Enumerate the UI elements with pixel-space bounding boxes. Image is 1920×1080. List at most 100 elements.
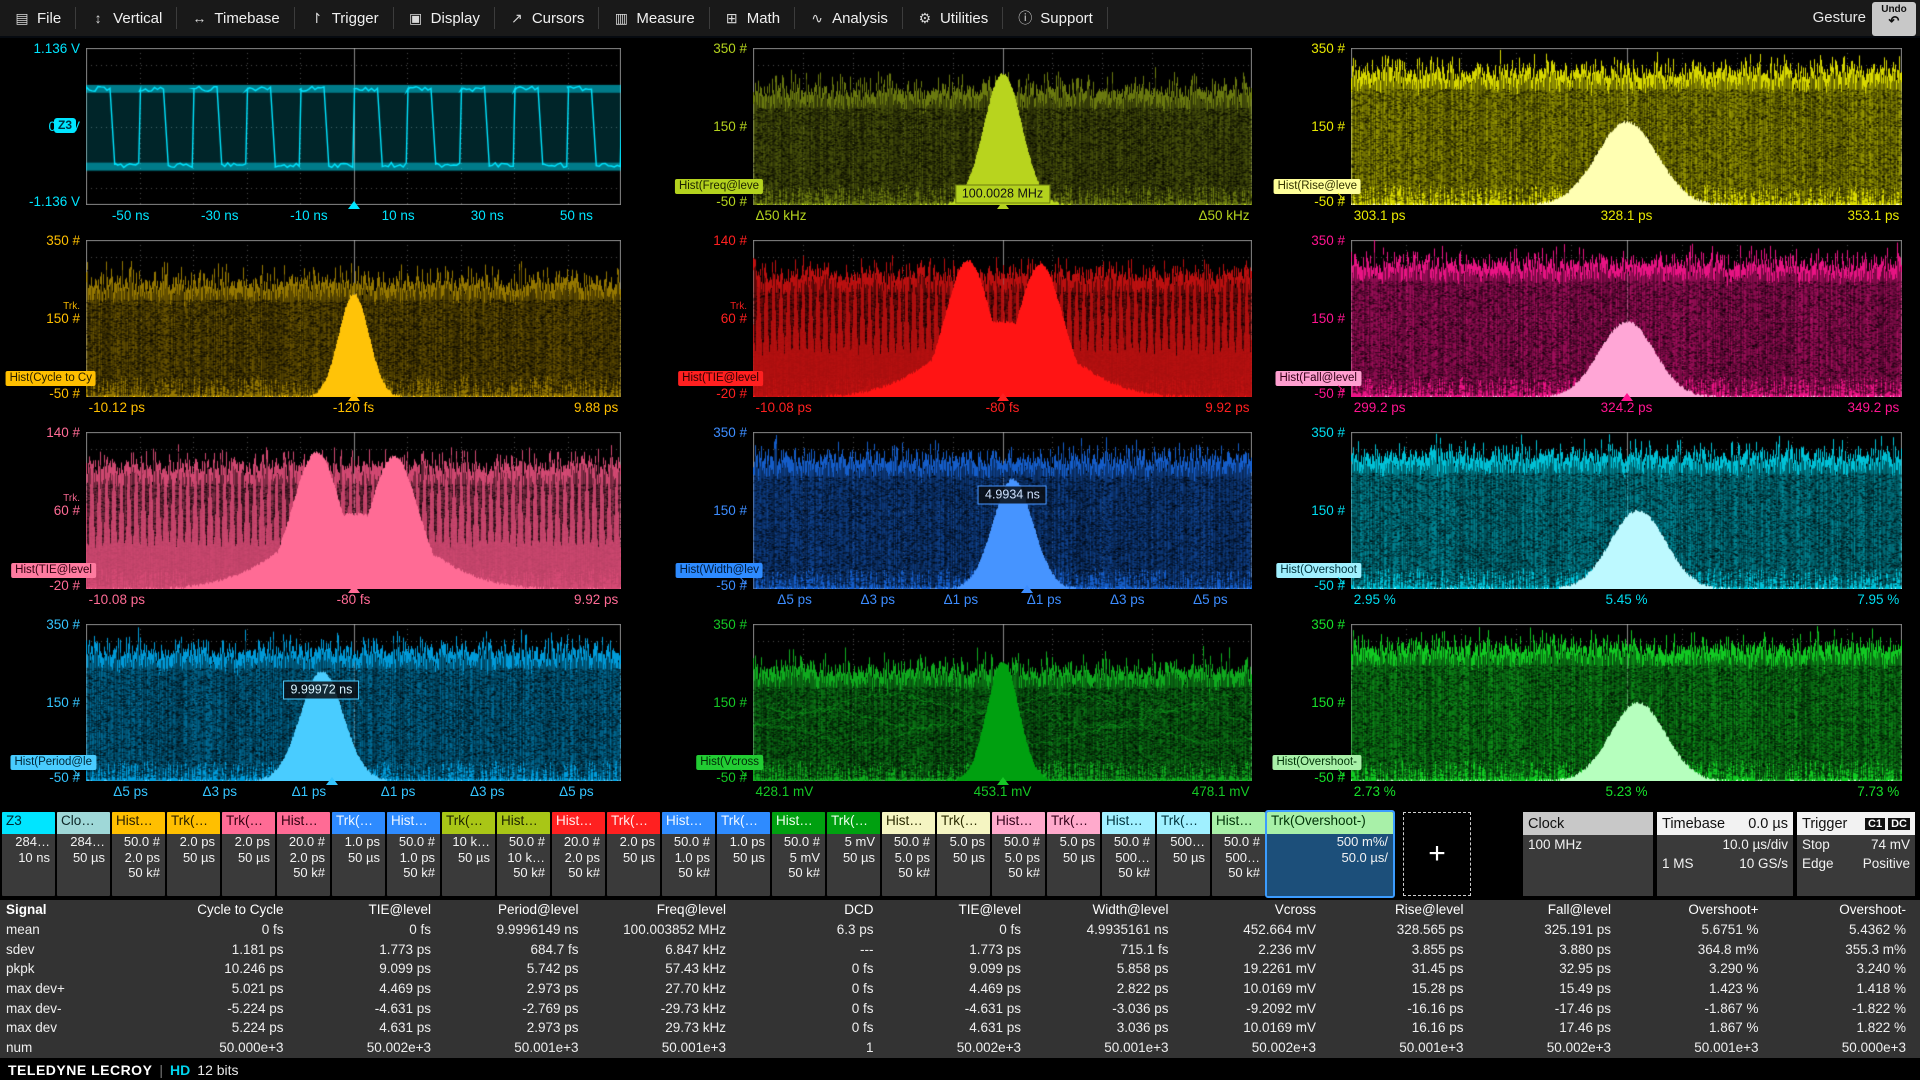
descriptor-box-hist-[interactable]: Hist…20.0 #2.0 ps50 k# — [277, 812, 330, 896]
position-marker[interactable] — [1621, 393, 1633, 401]
table-column-header[interactable]: Period@level — [445, 902, 593, 917]
table-column-header[interactable]: Width@level — [1035, 902, 1183, 917]
table-cell: 1.773 ps — [298, 942, 446, 957]
menu-item-vertical[interactable]: ↕Vertical — [76, 0, 176, 36]
table-column-header[interactable]: Rise@level — [1330, 902, 1478, 917]
x-axis-tick: Δ5 ps — [1193, 592, 1228, 607]
grid-hist-tie-at-level-red[interactable] — [753, 240, 1252, 397]
menu-item-cursors[interactable]: ↗Cursors — [495, 0, 599, 36]
descriptor-setting: 500… — [1102, 850, 1155, 866]
descriptor-box-trk-[interactable]: Trk(…1.0 ps50 µs — [332, 812, 385, 896]
descriptor-box-hist-[interactable]: Hist…50.0 #500…50 k# — [1212, 812, 1265, 896]
hist-parameter-badge[interactable]: Hist(Freq@leve — [675, 179, 763, 194]
grid-hist-vcross[interactable] — [753, 624, 1252, 781]
table-column-header[interactable]: Overshoot+ — [1625, 902, 1773, 917]
menu-item-display[interactable]: ▣Display — [394, 0, 494, 36]
grid-hist-freq-at-level[interactable] — [753, 48, 1252, 205]
menu-item-measure[interactable]: ▥Measure — [599, 0, 708, 36]
position-marker[interactable] — [997, 393, 1009, 401]
trigger-box[interactable]: Trigger C1 DC Stop 74 mV Edge Positive — [1797, 812, 1915, 896]
descriptor-box-hist-[interactable]: Hist…50.0 #2.0 ps50 k# — [112, 812, 165, 896]
menu-item-timebase[interactable]: ↔Timebase — [177, 0, 293, 36]
hist-parameter-badge[interactable]: Hist(Fall@level — [1276, 371, 1362, 386]
grid-hist-width-at-level[interactable] — [753, 432, 1252, 589]
descriptor-box-trk-[interactable]: Trk(…1.0 ps50 µs — [717, 812, 770, 896]
table-column-header[interactable]: Fall@level — [1478, 902, 1626, 917]
hist-parameter-badge[interactable]: Hist(TIE@level — [11, 563, 96, 578]
table-row-label: pkpk — [0, 961, 150, 976]
trigger-mode: Stop — [1802, 835, 1830, 854]
table-cell: -1.867 % — [1625, 1001, 1773, 1016]
table-column-header[interactable]: TIE@level — [888, 902, 1036, 917]
descriptor-box-clo-[interactable]: Clo…284…50 µs — [57, 812, 110, 896]
grid-hist-overshoot-plus[interactable] — [1351, 432, 1902, 589]
timebase-offset: 0.0 µs — [1748, 816, 1788, 832]
descriptor-box-trk-[interactable]: Trk(…2.0 ps50 µs — [167, 812, 220, 896]
undo-button[interactable]: Undo ↶ — [1872, 2, 1916, 36]
descriptor-box-trk-[interactable]: Trk(…500…50 µs — [1157, 812, 1210, 896]
descriptor-box-trk-[interactable]: Trk(…2.0 ps50 µs — [222, 812, 275, 896]
hist-parameter-badge[interactable]: Hist(Cycle to Cy — [6, 371, 96, 386]
position-marker[interactable] — [348, 393, 360, 401]
hist-parameter-badge[interactable]: Hist(Period@le — [10, 755, 96, 770]
descriptor-setting: 50 k# — [277, 865, 330, 881]
table-column-header[interactable]: Vcross — [1183, 902, 1331, 917]
hist-parameter-badge[interactable]: Hist(Rise@leve — [1274, 179, 1361, 194]
grid-hist-period-at-level[interactable] — [86, 624, 621, 781]
menu-item-math[interactable]: ⊞Math — [710, 0, 794, 36]
timebase-box[interactable]: Timebase 0.0 µs 10.0 µs/div 1 MS 10 GS/s — [1657, 812, 1793, 896]
descriptor-setting: 5 mV — [772, 850, 825, 866]
descriptor-box-hist-[interactable]: Hist…20.0 #2.0 ps50 k# — [552, 812, 605, 896]
grid-hist-tie-at-level-pink[interactable] — [86, 432, 621, 589]
descriptor-box-trk-[interactable]: Trk(…5.0 ps50 µs — [1047, 812, 1100, 896]
table-column-header[interactable]: Freq@level — [593, 902, 741, 917]
position-marker[interactable] — [348, 585, 360, 593]
descriptor-box-hist-[interactable]: Hist…50.0 #5.0 ps50 k# — [882, 812, 935, 896]
descriptor-box-trk-overshoot-[interactable]: Trk(Overshoot-)500 m%/50.0 µs/ — [1267, 812, 1393, 896]
descriptor-box-hist-[interactable]: Hist…50.0 #5.0 ps50 k# — [992, 812, 1045, 896]
grid-hist-cycle-to-cycle[interactable] — [86, 240, 621, 397]
y-axis-label: 150 # — [1255, 504, 1345, 517]
menu-item-utilities[interactable]: ⚙Utilities — [903, 0, 1002, 36]
table-column-header[interactable]: Cycle to Cycle — [150, 902, 298, 917]
trace-badge-z3[interactable]: Z3 — [54, 118, 76, 133]
histogram-origin-arrow-icon: ↘ — [738, 765, 748, 779]
position-marker[interactable] — [326, 777, 338, 785]
table-column-header[interactable]: Overshoot- — [1773, 902, 1920, 917]
descriptor-box-hist-[interactable]: Hist…50.0 #5 mV50 k# — [772, 812, 825, 896]
hist-parameter-badge[interactable]: Hist(Width@lev — [676, 563, 763, 578]
table-column-header[interactable]: DCD — [740, 902, 888, 917]
grid-z3-square-wave[interactable] — [86, 48, 621, 205]
descriptor-box-trk-[interactable]: Trk(…2.0 ps50 µs — [607, 812, 660, 896]
descriptor-box-hist-[interactable]: Hist…50.0 #1.0 ps50 k# — [662, 812, 715, 896]
grid-hist-rise-at-level[interactable] — [1351, 48, 1902, 205]
position-marker[interactable] — [1021, 585, 1033, 593]
hist-parameter-badge[interactable]: Hist(Overshoot- — [1272, 755, 1361, 770]
menu-item-trigger[interactable]: ↾Trigger — [295, 0, 393, 36]
descriptor-box-z3[interactable]: Z3284…10 ns — [2, 812, 55, 896]
descriptor-box-trk-[interactable]: Trk(…10 k…50 µs — [442, 812, 495, 896]
menu-item-label: Measure — [636, 10, 694, 27]
descriptor-setting: 50 k# — [992, 865, 1045, 881]
grid-hist-overshoot-minus[interactable] — [1351, 624, 1902, 781]
descriptor-setting: 50 µs — [332, 850, 385, 866]
hist-parameter-badge[interactable]: Hist(Vcross — [696, 755, 763, 770]
descriptor-box-trk-[interactable]: Trk(…5.0 ps50 µs — [937, 812, 990, 896]
menu-item-support[interactable]: ⓘSupport — [1003, 0, 1107, 36]
descriptor-box-hist-[interactable]: Hist…50.0 #10 k…50 k# — [497, 812, 550, 896]
descriptor-box-trk-[interactable]: Trk(…5 mV50 µs — [827, 812, 880, 896]
grid-hist-fall-at-level[interactable] — [1351, 240, 1902, 397]
table-cell: 15.28 ps — [1330, 981, 1478, 996]
menu-item-file[interactable]: ▤File — [0, 0, 75, 36]
table-row-label: num — [0, 1040, 150, 1055]
table-column-header[interactable]: TIE@level — [298, 902, 446, 917]
menu-item-analysis[interactable]: ∿Analysis — [795, 0, 902, 36]
position-marker[interactable] — [348, 201, 360, 209]
hist-parameter-badge[interactable]: Hist(Overshoot — [1276, 563, 1361, 578]
descriptor-box-hist-[interactable]: Hist…50.0 #1.0 ps50 k# — [387, 812, 440, 896]
hist-parameter-badge[interactable]: Hist(TIE@level — [678, 371, 763, 386]
clock-box[interactable]: Clock 100 MHz — [1523, 812, 1653, 896]
position-marker[interactable] — [997, 777, 1009, 785]
add-trace-button[interactable]: + — [1403, 812, 1471, 896]
descriptor-box-hist-[interactable]: Hist…50.0 #500…50 k# — [1102, 812, 1155, 896]
